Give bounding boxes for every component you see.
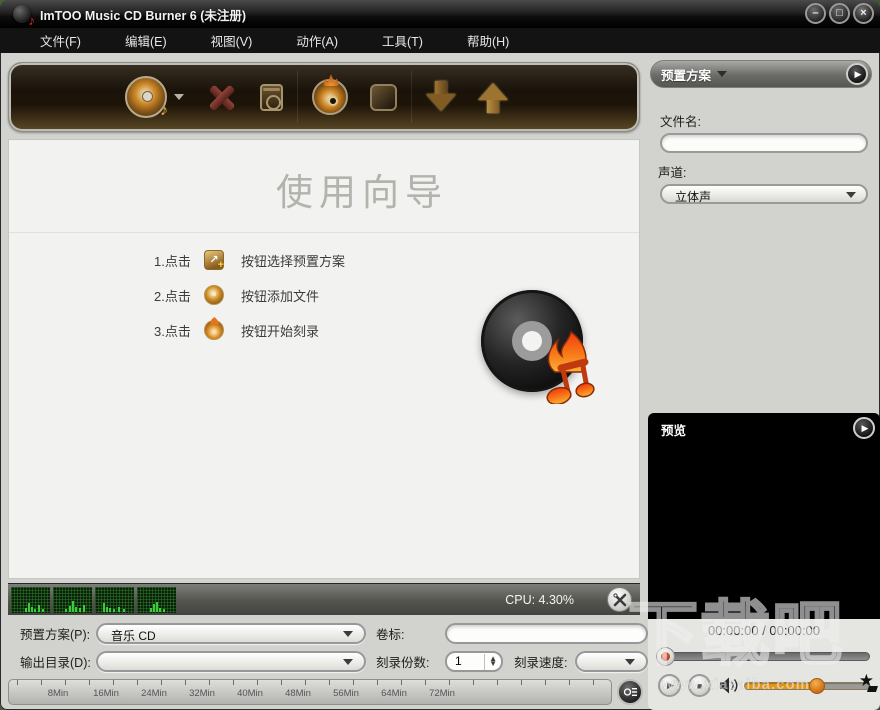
preset-button-icon: ↗	[204, 250, 224, 270]
stop-playback-button[interactable]: ■	[688, 674, 711, 697]
playback-time: 00:00:00 / 00:00:00	[648, 623, 880, 638]
channel-label: 声道:	[658, 162, 686, 181]
copies-input[interactable]	[455, 654, 483, 668]
ruler-label: 64Min	[381, 688, 407, 699]
toolbar-separator	[297, 71, 298, 123]
chevron-down-icon	[625, 659, 635, 665]
volume-slider[interactable]	[744, 682, 870, 690]
disc-label-label: 卷标:	[376, 624, 404, 643]
add-files-button-icon	[204, 285, 224, 305]
wizard-step-2: 2.点击 按钮添加文件	[154, 283, 345, 307]
wizard-step-3: 3.点击 按钮开始刻录	[154, 318, 345, 342]
wizard-panel: 使用向导 1.点击 ↗ 按钮选择预置方案 2.点击 按钮添加文件 3.点击 按钮…	[8, 139, 640, 579]
wizard-title: 使用向导	[9, 162, 639, 216]
menu-help[interactable]: 帮助(H)	[467, 31, 509, 50]
ruler-label: 72Min	[429, 688, 455, 699]
chevron-down-icon	[717, 71, 727, 77]
music-note-icon: ♪	[29, 13, 36, 28]
menu-view[interactable]: 视图(V)	[211, 31, 253, 50]
burn-button[interactable]	[312, 79, 348, 115]
add-files-button[interactable]: ♪	[125, 76, 184, 118]
chevron-down-icon	[343, 659, 353, 665]
ruler-label: 40Min	[237, 688, 263, 699]
cd-burner-logo	[481, 290, 583, 392]
disc-list-icon	[624, 686, 637, 698]
toolbar: ♪	[8, 62, 640, 132]
menu-action[interactable]: 动作(A)	[296, 31, 338, 50]
burn-speed-select[interactable]	[575, 651, 648, 672]
preset-label: 预置方案(P):	[20, 624, 90, 643]
ruler-label: 24Min	[141, 688, 167, 699]
menu-edit[interactable]: 编辑(E)	[125, 31, 167, 50]
app-window: ♪ ImTOO Music CD Burner 6 (未注册) – □ × 文件…	[0, 0, 880, 710]
copies-label: 刻录份数:	[376, 652, 429, 671]
preset-panel-header[interactable]: 预置方案 ▶	[650, 60, 872, 88]
move-down-button[interactable]	[426, 79, 456, 115]
ruler-label: 32Min	[189, 688, 215, 699]
play-icon: ▶	[665, 680, 674, 691]
ruler-ticks	[17, 680, 607, 685]
ruler-label: 48Min	[285, 688, 311, 699]
add-disc-icon: ♪	[125, 76, 167, 118]
tools-button[interactable]	[607, 587, 632, 612]
seek-slider[interactable]	[658, 652, 870, 661]
burn-speed-label: 刻录速度:	[514, 652, 567, 671]
options-row-2: 输出目录(D): 刻录份数: ▲▼ 刻录速度:	[8, 650, 640, 672]
toolbar-separator	[411, 71, 412, 123]
output-dir-select[interactable]	[96, 651, 366, 672]
preview-expand-button[interactable]: ▶	[853, 417, 875, 439]
track-info-button[interactable]	[617, 679, 643, 705]
chevron-down-icon	[846, 192, 856, 198]
spin-down-icon[interactable]: ▼	[489, 662, 497, 667]
preview-title: 预览	[661, 420, 686, 439]
cpu-usage: CPU: 4.30%	[505, 593, 574, 607]
delete-button[interactable]	[206, 81, 238, 113]
burn-button-icon	[204, 320, 224, 340]
stop-icon: ■	[697, 681, 702, 691]
channel-value: 立体声	[675, 188, 711, 205]
maximize-button[interactable]: □	[829, 3, 850, 24]
add-files-dropdown-icon[interactable]	[174, 94, 184, 100]
media-controls: 00:00:00 / 00:00:00 ▶ ■ ★	[648, 619, 880, 710]
ruler-label: 56Min	[333, 688, 359, 699]
title-bar: ♪ ImTOO Music CD Burner 6 (未注册) – □ ×	[0, 0, 880, 28]
menu-tools[interactable]: 工具(T)	[382, 31, 423, 50]
flame-note-icon	[533, 330, 597, 404]
wizard-step-1: 1.点击 ↗ 按钮选择预置方案	[154, 248, 345, 272]
app-icon: ♪	[13, 5, 31, 23]
speaker-icon[interactable]	[720, 677, 742, 694]
audio-level-meters	[11, 587, 176, 613]
status-bar: CPU: 4.30%	[8, 583, 640, 615]
options-row-1: 预置方案(P): 音乐 CD 卷标:	[8, 622, 640, 644]
window-title: ImTOO Music CD Burner 6 (未注册)	[40, 5, 246, 24]
move-up-button[interactable]	[478, 79, 508, 115]
volume-handle[interactable]	[809, 678, 825, 694]
panel-expand-button[interactable]: ▶	[846, 63, 868, 85]
channel-select[interactable]: 立体声	[660, 184, 868, 204]
seek-handle[interactable]	[656, 647, 675, 666]
filename-label: 文件名:	[660, 111, 701, 130]
stop-button[interactable]	[370, 84, 397, 111]
output-dir-label: 输出目录(D):	[20, 652, 91, 671]
play-button[interactable]: ▶	[658, 674, 681, 697]
chevron-down-icon	[343, 631, 353, 637]
divider	[9, 232, 639, 233]
clear-list-button[interactable]	[260, 84, 283, 111]
preset-select[interactable]: 音乐 CD	[96, 623, 366, 644]
disc-label-input[interactable]	[445, 623, 648, 644]
minimize-button[interactable]: –	[805, 3, 826, 24]
snapshot-icon[interactable]: ★	[859, 671, 874, 691]
close-button[interactable]: ×	[853, 3, 874, 24]
filename-input[interactable]	[660, 133, 868, 153]
preview-panel: 预览 ▶	[648, 413, 880, 619]
disc-capacity-ruler: 8Min 16Min 24Min 32Min 40Min 48Min 56Min…	[8, 679, 612, 705]
menu-bar: 文件(F) 编辑(E) 视图(V) 动作(A) 工具(T) 帮助(H)	[0, 28, 880, 53]
menu-file[interactable]: 文件(F)	[40, 31, 81, 50]
preset-panel-title: 预置方案	[661, 65, 711, 84]
preset-value: 音乐 CD	[111, 627, 156, 644]
copies-stepper[interactable]: ▲▼	[445, 651, 503, 672]
ruler-label: 16Min	[93, 688, 119, 699]
wrench-icon	[613, 593, 627, 607]
ruler-label: 8Min	[48, 688, 69, 699]
